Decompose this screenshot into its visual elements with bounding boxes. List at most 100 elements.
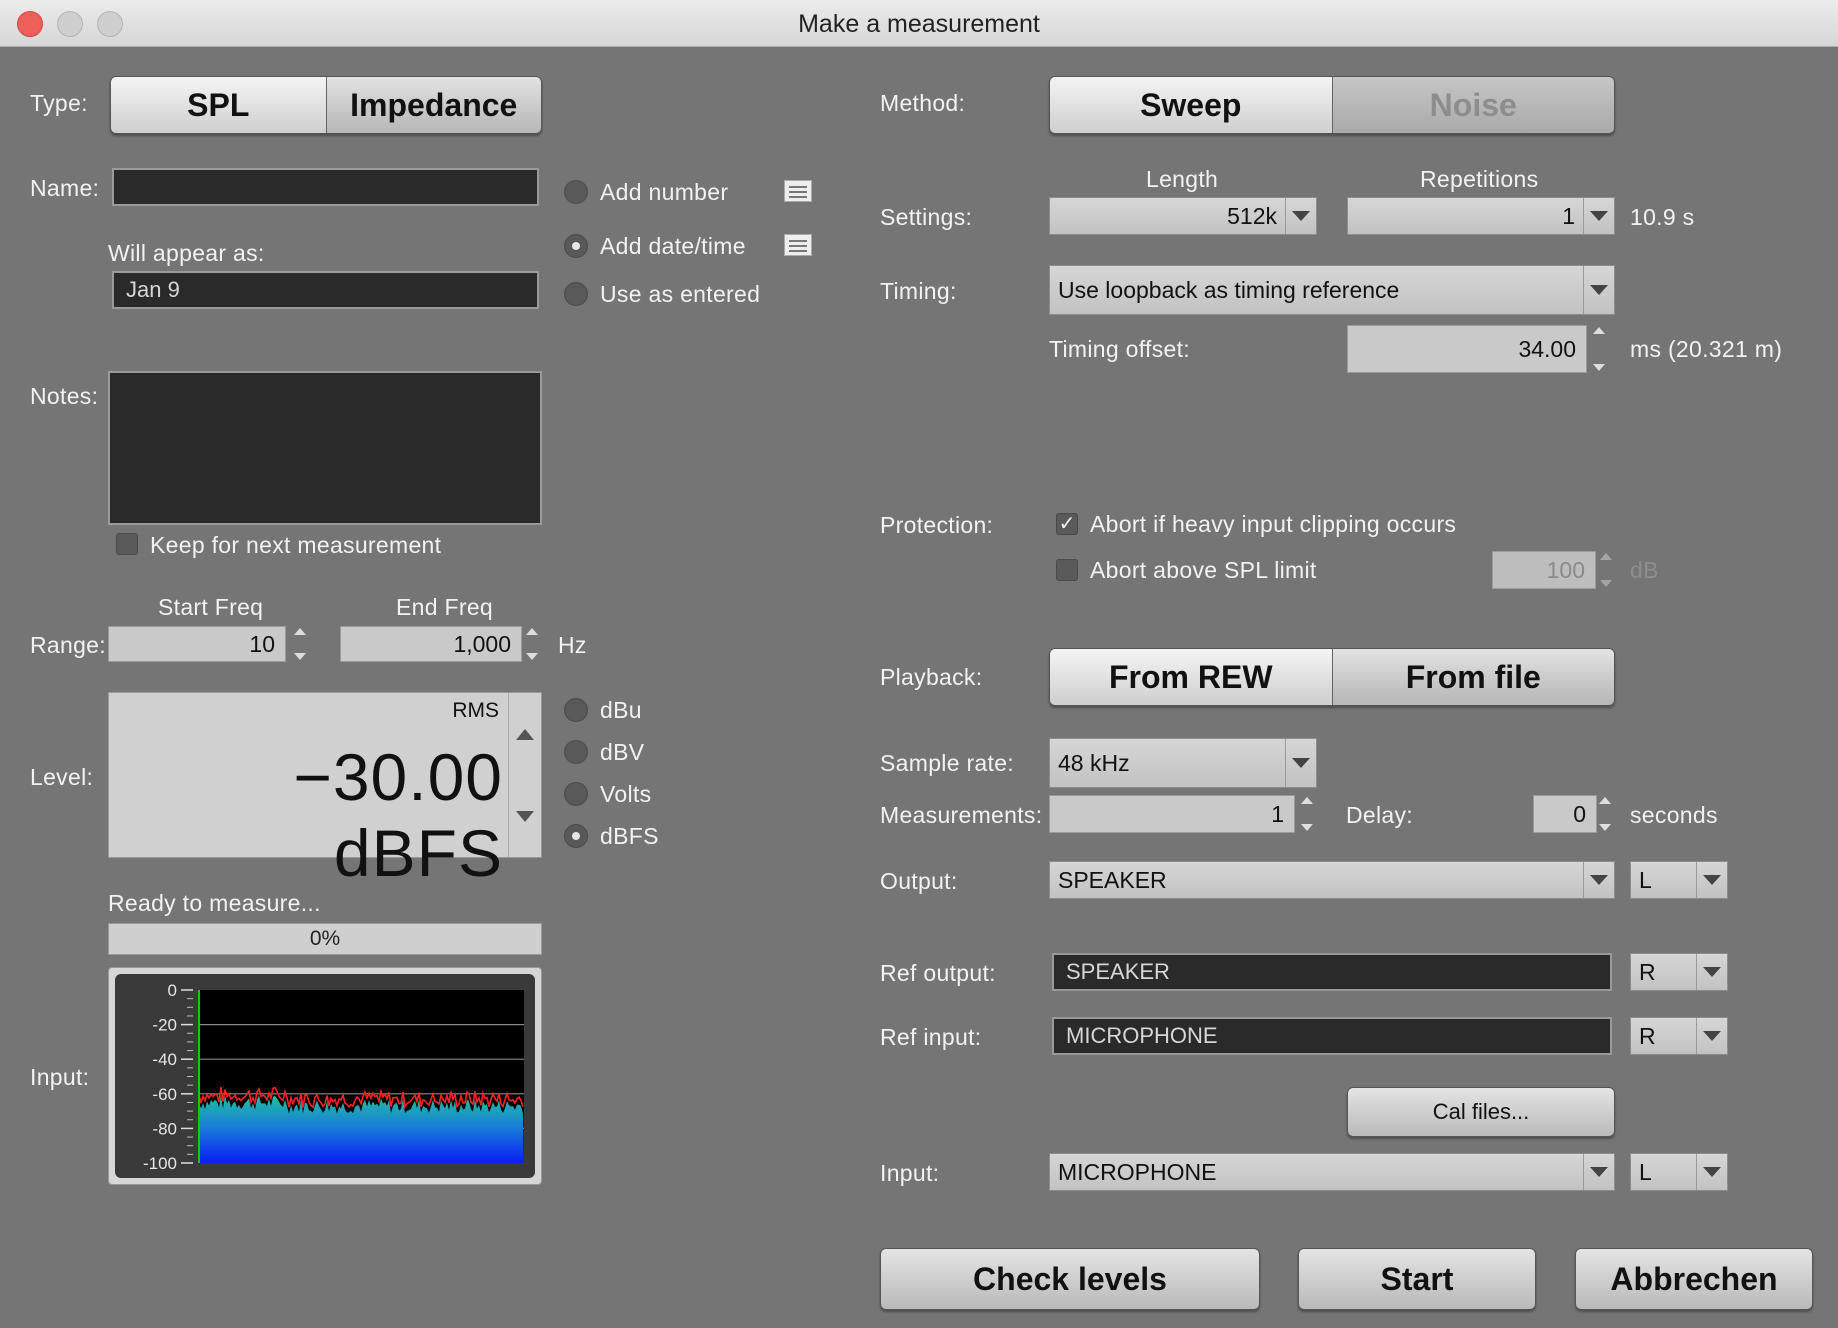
- type-impedance-button[interactable]: Impedance: [325, 77, 541, 133]
- title-bar: Make a measurement: [0, 0, 1838, 47]
- sample-rate-label: Sample rate:: [880, 750, 1014, 776]
- method-label: Method:: [880, 90, 966, 116]
- repetitions-label: Repetitions: [1420, 166, 1539, 192]
- level-scroller[interactable]: [508, 693, 541, 857]
- ref-input-value: MICROPHONE: [1052, 1017, 1612, 1055]
- ref-output-channel-select[interactable]: R: [1630, 953, 1728, 991]
- method-noise-button[interactable]: Noise: [1331, 77, 1614, 133]
- unit-dbfs-radio[interactable]: [564, 824, 588, 848]
- measurements-label: Measurements:: [880, 802, 1043, 828]
- length-value: 512k: [1227, 202, 1277, 229]
- ref-input-channel-select[interactable]: R: [1630, 1017, 1728, 1055]
- length-select[interactable]: 512k: [1049, 197, 1317, 235]
- hz-unit-label: Hz: [558, 632, 587, 658]
- unit-dbu-label: dBu: [600, 697, 642, 723]
- playback-label: Playback:: [880, 664, 983, 690]
- range-label: Range:: [30, 632, 106, 658]
- unit-dbv-radio[interactable]: [564, 740, 588, 764]
- spl-limit-input[interactable]: 100: [1492, 551, 1596, 589]
- keep-for-next-checkbox[interactable]: [116, 533, 138, 555]
- add-date-time-radio[interactable]: [564, 234, 588, 258]
- input-meter-label: Input:: [30, 1064, 90, 1090]
- chevron-down-icon[interactable]: [1696, 862, 1727, 898]
- input-channel-select[interactable]: L: [1630, 1153, 1728, 1191]
- input-select[interactable]: MICROPHONE: [1049, 1153, 1615, 1191]
- timing-value: Use loopback as timing reference: [1058, 276, 1400, 303]
- use-as-entered-radio[interactable]: [564, 282, 588, 306]
- meter-tick-label: 0: [168, 981, 177, 1000]
- level-value[interactable]: −30.00 dBFS: [109, 739, 505, 891]
- timing-select[interactable]: Use loopback as timing reference: [1049, 265, 1615, 315]
- chevron-down-icon[interactable]: [1696, 954, 1727, 990]
- cal-files-button[interactable]: Cal files...: [1347, 1087, 1615, 1137]
- end-freq-input[interactable]: 1,000: [340, 626, 522, 662]
- timing-offset-unit: ms (20.321 m): [1630, 336, 1783, 362]
- meter-tick-label: -60: [152, 1085, 177, 1104]
- chevron-down-icon[interactable]: [1583, 266, 1614, 314]
- chevron-down-icon[interactable]: [1583, 198, 1614, 234]
- unit-dbfs-label: dBFS: [600, 823, 659, 849]
- notes-textarea[interactable]: [108, 371, 542, 525]
- timing-offset-label: Timing offset:: [1049, 336, 1190, 362]
- type-spl-button[interactable]: SPL: [111, 77, 326, 133]
- playback-from-file-button[interactable]: From file: [1331, 649, 1614, 705]
- output-select[interactable]: SPEAKER: [1049, 861, 1615, 899]
- level-down-arrow-icon[interactable]: [516, 811, 534, 822]
- chevron-down-icon[interactable]: [1583, 1154, 1614, 1190]
- abort-spl-checkbox[interactable]: [1056, 559, 1078, 581]
- sample-rate-value: 48 kHz: [1058, 749, 1130, 776]
- settings-label: Settings:: [880, 204, 973, 230]
- measurement-dialog: Make a measurement Type: SPL Impedance N…: [0, 0, 1838, 1328]
- start-button[interactable]: Start: [1298, 1248, 1536, 1310]
- start-freq-stepper[interactable]: [291, 628, 309, 660]
- date-format-icon[interactable]: [784, 234, 812, 256]
- notes-label: Notes:: [30, 383, 99, 409]
- input-label: Input:: [880, 1160, 940, 1186]
- abort-clipping-checkbox[interactable]: ✓: [1056, 513, 1078, 535]
- level-up-arrow-icon[interactable]: [516, 729, 534, 740]
- name-input[interactable]: [112, 168, 539, 206]
- add-number-radio[interactable]: [564, 180, 588, 204]
- measurements-input[interactable]: 1: [1049, 795, 1295, 833]
- use-as-entered-label: Use as entered: [600, 281, 761, 307]
- type-label: Type:: [30, 90, 88, 116]
- number-format-icon[interactable]: [784, 180, 812, 202]
- ref-output-label: Ref output:: [880, 960, 996, 986]
- ref-input-channel-value: R: [1639, 1022, 1656, 1049]
- ref-output-value: SPEAKER: [1052, 953, 1612, 991]
- input-value: MICROPHONE: [1058, 1158, 1217, 1185]
- status-text: Ready to measure...: [108, 890, 321, 916]
- unit-volts-radio[interactable]: [564, 782, 588, 806]
- output-label: Output:: [880, 868, 958, 894]
- repetitions-select[interactable]: 1: [1347, 197, 1615, 235]
- delay-input[interactable]: 0: [1533, 795, 1597, 833]
- start-freq-input[interactable]: 10: [108, 626, 286, 662]
- delay-stepper[interactable]: [1596, 797, 1614, 831]
- abort-clipping-label: Abort if heavy input clipping occurs: [1090, 511, 1457, 537]
- chevron-down-icon[interactable]: [1696, 1018, 1727, 1054]
- meter-tick-label: -80: [152, 1119, 177, 1138]
- meter-tick-label: -40: [152, 1050, 177, 1069]
- timing-offset-input[interactable]: 34.00: [1347, 325, 1587, 373]
- sample-rate-select[interactable]: 48 kHz: [1049, 738, 1317, 788]
- name-label: Name:: [30, 175, 100, 201]
- chevron-down-icon[interactable]: [1696, 1154, 1727, 1190]
- check-levels-button[interactable]: Check levels: [880, 1248, 1260, 1310]
- chevron-down-icon[interactable]: [1583, 862, 1614, 898]
- output-value: SPEAKER: [1058, 866, 1167, 893]
- delay-label: Delay:: [1346, 802, 1413, 828]
- unit-dbu-radio[interactable]: [564, 698, 588, 722]
- spl-limit-stepper[interactable]: [1597, 553, 1615, 587]
- chevron-down-icon[interactable]: [1285, 739, 1316, 787]
- playback-from-rew-button[interactable]: From REW: [1050, 649, 1332, 705]
- cancel-button[interactable]: Abbrechen: [1575, 1248, 1813, 1310]
- timing-offset-stepper[interactable]: [1590, 327, 1608, 371]
- will-appear-label: Will appear as:: [108, 240, 265, 266]
- end-freq-stepper[interactable]: [523, 628, 541, 660]
- end-freq-label: End Freq: [396, 594, 494, 620]
- chevron-down-icon[interactable]: [1285, 198, 1316, 234]
- repetitions-value: 1: [1562, 202, 1575, 229]
- measurements-stepper[interactable]: [1298, 797, 1316, 831]
- output-channel-select[interactable]: L: [1630, 861, 1728, 899]
- method-sweep-button[interactable]: Sweep: [1050, 77, 1332, 133]
